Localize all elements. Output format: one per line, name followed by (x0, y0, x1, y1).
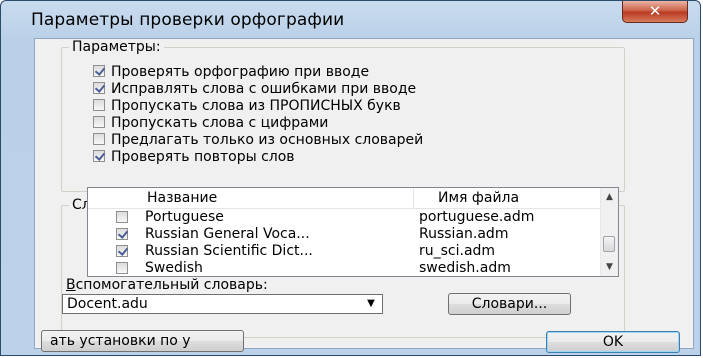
column-divider[interactable] (413, 188, 414, 208)
checkbox[interactable] (93, 65, 105, 77)
window-title: Параметры проверки орфографии (31, 10, 345, 30)
dictionary-file: portuguese.adm (419, 209, 535, 225)
dictionary-name: Swedish (145, 260, 203, 276)
aux-dictionary-value: Docent.adu (67, 296, 148, 312)
chevron-down-icon[interactable]: ▼ (364, 297, 378, 311)
list-scrollbar[interactable]: ▲ ▼ (600, 188, 618, 276)
checkbox[interactable] (116, 245, 128, 257)
checkbox[interactable] (93, 150, 105, 162)
option-label: Проверять орфографию при вводе (111, 64, 370, 80)
column-header-name[interactable]: Название (147, 190, 217, 206)
dictionary-file: Russian.adm (419, 226, 509, 242)
title-bar[interactable]: Параметры проверки орфографии ✕ (1, 1, 700, 37)
option-label: Исправлять слова с ошибками при вводе (111, 81, 417, 97)
list-item[interactable]: Russian General Voca... Russian.adm (88, 226, 601, 243)
list-item[interactable]: Russian Scientific Dict... ru_sci.adm (88, 243, 601, 260)
list-item[interactable]: Portuguese portuguese.adm (88, 209, 601, 226)
checkbox[interactable] (116, 211, 128, 223)
aux-dictionary-select[interactable]: Docent.adu ▼ (62, 294, 383, 314)
aux-dictionary-label: Вспомогательный словарь: (66, 277, 268, 293)
checkbox[interactable] (116, 262, 128, 274)
column-header-file[interactable]: Имя файла (438, 190, 519, 206)
ok-button[interactable]: OK (546, 331, 680, 353)
list-item[interactable]: Swedish swedish.adm (88, 260, 601, 276)
dictionary-name: Russian General Voca... (145, 226, 310, 242)
checkbox[interactable] (93, 99, 105, 111)
dictionaries-list[interactable]: Название Имя файла Portuguese portuguese… (87, 187, 619, 277)
dialog-body: Параметры: Проверять орфографию при ввод… (34, 38, 694, 349)
list-header: Название Имя файла (88, 188, 601, 209)
checkbox[interactable] (116, 228, 128, 240)
option-label: Предлагать только из основных словарей (111, 132, 424, 148)
checkbox[interactable] (93, 82, 105, 94)
checkbox[interactable] (93, 133, 105, 145)
option-label: Проверять повторы слов (111, 149, 295, 165)
checkbox[interactable] (93, 116, 105, 128)
close-button[interactable]: ✕ (622, 1, 688, 23)
dictionary-name: Portuguese (145, 209, 224, 225)
access-key: В (66, 277, 76, 293)
options-legend: Параметры: (69, 39, 164, 55)
scroll-up-icon[interactable]: ▲ (601, 190, 618, 204)
reset-defaults-button[interactable]: ать установки по у (41, 330, 244, 352)
dictionaries-button[interactable]: Словари... (448, 293, 571, 315)
option-label: Пропускать слова из ПРОПИСНЫХ букв (111, 98, 401, 114)
close-icon: ✕ (648, 2, 662, 20)
scroll-down-icon[interactable]: ▼ (601, 260, 618, 274)
scroll-thumb[interactable] (603, 236, 615, 252)
spellcheck-options-dialog: Параметры проверки орфографии ✕ Параметр… (0, 0, 701, 356)
aux-label-text: спомогательный словарь: (75, 277, 268, 293)
dictionary-file: ru_sci.adm (419, 243, 496, 259)
option-label: Пропускать слова с цифрами (111, 115, 329, 131)
dictionary-file: swedish.adm (419, 260, 511, 276)
dictionary-name: Russian Scientific Dict... (145, 243, 313, 259)
